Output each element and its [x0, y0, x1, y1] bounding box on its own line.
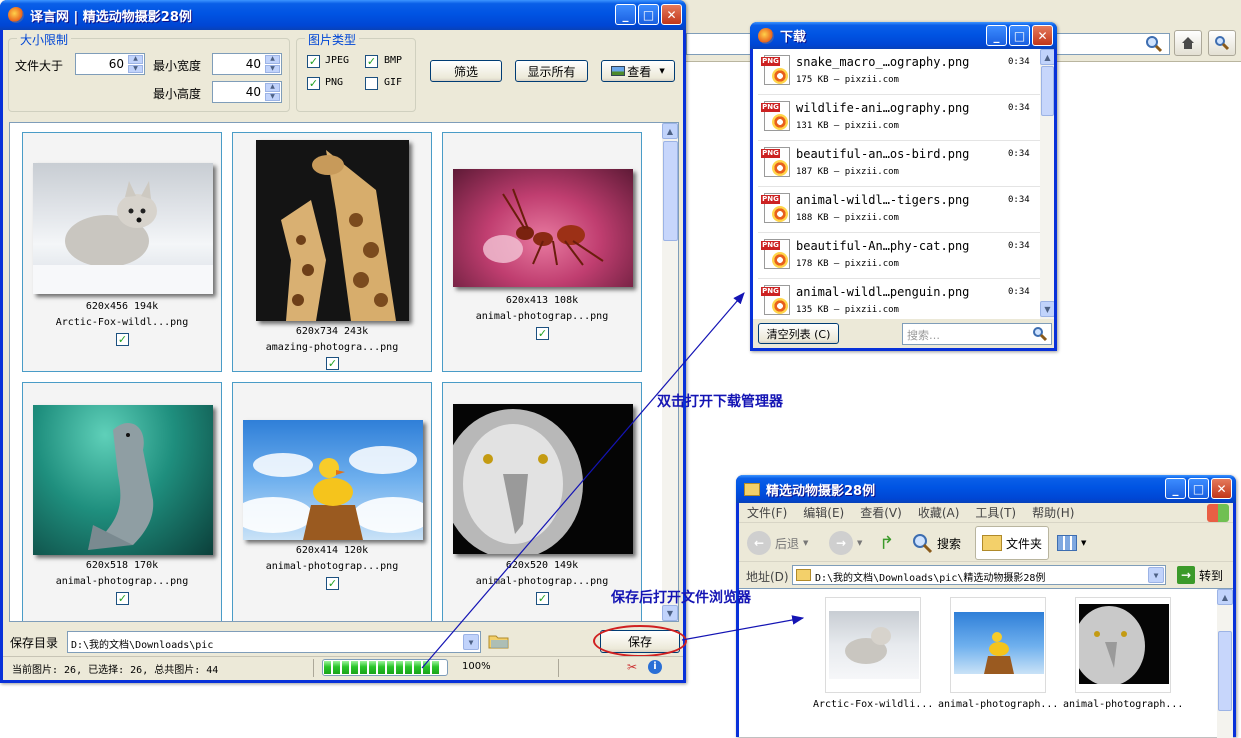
annotation-after-save: 保存后打开文件浏览器	[611, 590, 751, 606]
annotation-arrows	[421, 292, 805, 669]
arrow-to-explorer	[681, 615, 805, 641]
annotation-double-click: 双击打开下载管理器	[657, 394, 783, 410]
arrow-to-download-manager	[421, 292, 745, 669]
